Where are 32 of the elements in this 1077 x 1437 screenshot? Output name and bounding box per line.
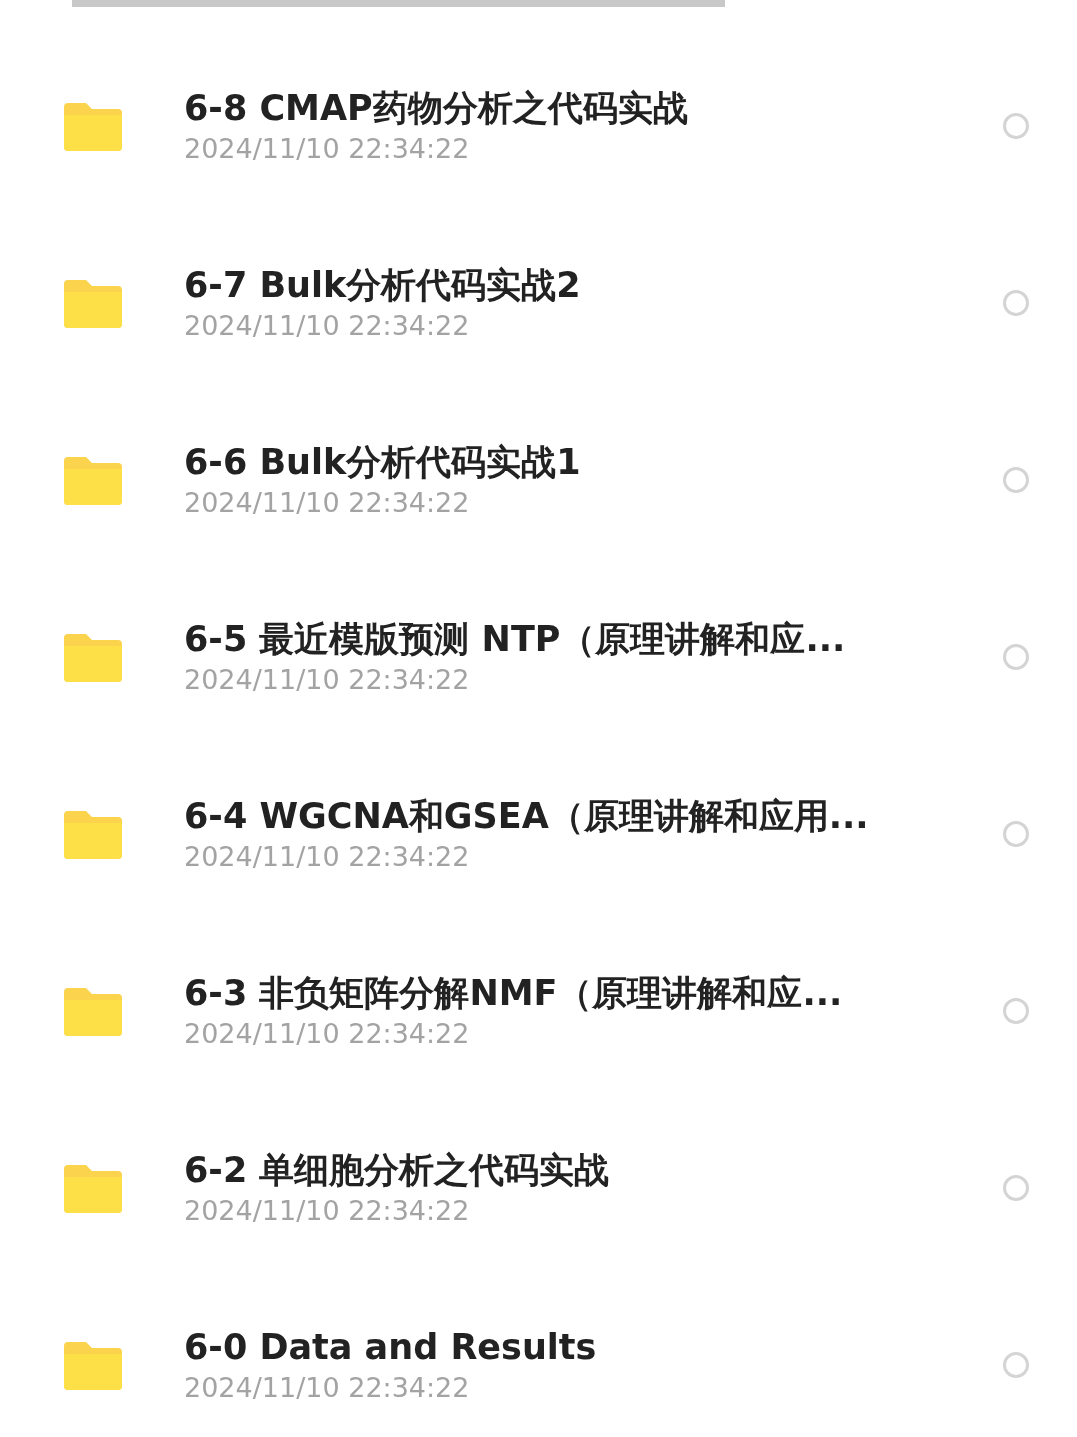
- folder-icon: [64, 454, 122, 505]
- folder-icon: [64, 808, 122, 859]
- folder-name: 6-2 单细胞分析之代码实战: [184, 1148, 611, 1192]
- folder-name: 6-5 最近模版预测 NTP（原理讲解和应...: [184, 617, 847, 661]
- folder-icon: [64, 1162, 122, 1213]
- folder-icon: [64, 1339, 122, 1390]
- folder-name: 6-0 Data and Results: [184, 1325, 598, 1369]
- modified-date: 2024/11/10 22:34:22: [184, 1370, 471, 1405]
- select-radio[interactable]: [1003, 820, 1029, 847]
- folder-icon: [64, 631, 122, 682]
- select-radio[interactable]: [1003, 112, 1029, 139]
- modified-date: 2024/11/10 22:34:22: [184, 131, 471, 166]
- modified-date: 2024/11/10 22:34:22: [184, 839, 471, 874]
- folder-icon: [64, 277, 122, 328]
- modified-date: 2024/11/10 22:34:22: [184, 308, 471, 343]
- modified-date: 2024/11/10 22:34:22: [184, 662, 471, 697]
- select-radio[interactable]: [1003, 289, 1029, 316]
- folder-name: 6-4 WGCNA和GSEA（原理讲解和应用...: [184, 794, 870, 838]
- folder-icon: [64, 985, 122, 1036]
- modified-date: 2024/11/10 22:34:22: [184, 485, 471, 520]
- folder-name: 6-8 CMAP药物分析之代码实战: [184, 86, 689, 130]
- folder-icon: [64, 100, 122, 151]
- select-radio[interactable]: [1003, 997, 1029, 1024]
- modified-date: 2024/11/10 22:34:22: [184, 1016, 471, 1051]
- select-radio[interactable]: [1003, 1174, 1029, 1201]
- folder-name: 6-7 Bulk分析代码实战2: [184, 263, 582, 307]
- modified-date: 2024/11/10 22:34:22: [184, 1193, 471, 1228]
- folder-name: 6-6 Bulk分析代码实战1: [184, 440, 582, 484]
- select-radio[interactable]: [1003, 643, 1029, 670]
- select-radio[interactable]: [1003, 1351, 1029, 1378]
- folder-name: 6-3 非负矩阵分解NMF（原理讲解和应...: [184, 971, 844, 1015]
- select-radio[interactable]: [1003, 466, 1029, 493]
